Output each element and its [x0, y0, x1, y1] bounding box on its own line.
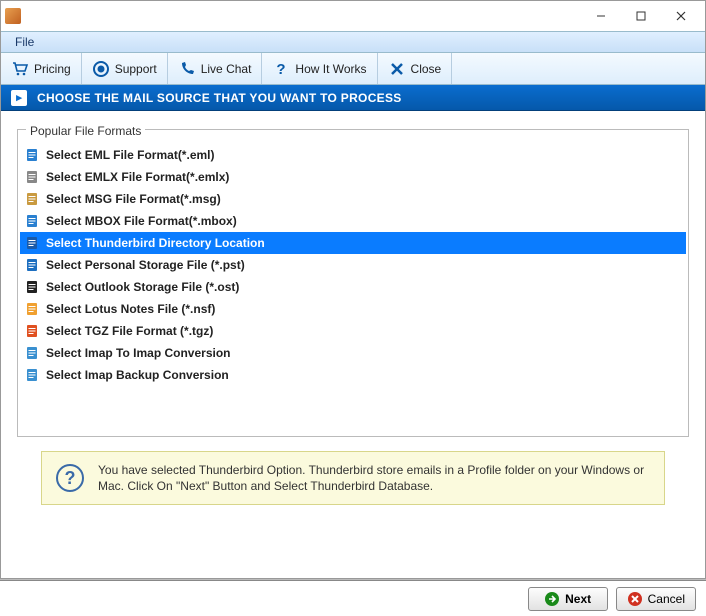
cancel-button[interactable]: Cancel — [616, 587, 696, 611]
minimize-icon — [596, 11, 606, 21]
maximize-button[interactable] — [621, 2, 661, 30]
menubar: File — [1, 31, 705, 53]
format-label: Select Thunderbird Directory Location — [46, 236, 265, 250]
format-label: Select MBOX File Format(*.mbox) — [46, 214, 237, 228]
svg-text:?: ? — [277, 61, 286, 78]
format-row[interactable]: Select TGZ File Format (*.tgz) — [20, 320, 686, 342]
format-label: Select Personal Storage File (*.pst) — [46, 258, 245, 272]
next-button[interactable]: Next — [528, 587, 608, 611]
format-label: Select Imap Backup Conversion — [46, 368, 229, 382]
titlebar — [1, 1, 705, 31]
content-area: Popular File Formats Select EML File For… — [1, 111, 705, 543]
info-box: ? You have selected Thunderbird Option. … — [41, 451, 665, 505]
pricing-label: Pricing — [34, 62, 71, 76]
file-icon — [24, 279, 40, 295]
support-button[interactable]: Support — [82, 53, 168, 84]
close-label: Close — [411, 62, 442, 76]
phone-icon — [178, 60, 196, 78]
format-label: Select MSG File Format(*.msg) — [46, 192, 221, 206]
menu-file[interactable]: File — [9, 33, 40, 51]
format-row[interactable]: Select Thunderbird Directory Location — [20, 232, 686, 254]
pricing-button[interactable]: Pricing — [1, 53, 82, 84]
file-icon — [24, 257, 40, 273]
format-row[interactable]: Select Personal Storage File (*.pst) — [20, 254, 686, 276]
format-row[interactable]: Select Lotus Notes File (*.nsf) — [20, 298, 686, 320]
formats-fieldset: Popular File Formats Select EML File For… — [17, 129, 689, 437]
file-icon — [24, 169, 40, 185]
info-icon: ? — [56, 464, 84, 492]
app-icon — [5, 8, 21, 24]
format-row[interactable]: Select MSG File Format(*.msg) — [20, 188, 686, 210]
format-label: Select EMLX File Format(*.emlx) — [46, 170, 229, 184]
howitworks-label: How It Works — [295, 62, 366, 76]
livechat-label: Live Chat — [201, 62, 252, 76]
file-icon — [24, 213, 40, 229]
formats-list: Select EML File Format(*.eml) Select EMLX… — [20, 144, 686, 386]
close-icon — [675, 10, 687, 22]
cart-icon — [11, 60, 29, 78]
format-label: Select TGZ File Format (*.tgz) — [46, 324, 213, 338]
footer: Next Cancel — [0, 580, 706, 616]
file-icon — [24, 367, 40, 383]
format-label: Select Lotus Notes File (*.nsf) — [46, 302, 215, 316]
toolbar: Pricing Support Live Chat ? How It Works… — [1, 53, 705, 85]
file-icon — [24, 235, 40, 251]
formats-legend: Popular File Formats — [26, 124, 145, 138]
arrow-right-icon — [544, 591, 560, 607]
file-icon — [24, 323, 40, 339]
next-label: Next — [565, 592, 591, 606]
livechat-button[interactable]: Live Chat — [168, 53, 263, 84]
doc-plus-icon: ▸ — [11, 90, 27, 106]
close-window-button[interactable] — [661, 2, 701, 30]
close-button[interactable]: Close — [378, 53, 453, 84]
format-row[interactable]: Select Imap To Imap Conversion — [20, 342, 686, 364]
minimize-button[interactable] — [581, 2, 621, 30]
banner-text: CHOOSE THE MAIL SOURCE THAT YOU WANT TO … — [37, 91, 402, 105]
info-text: You have selected Thunderbird Option. Th… — [98, 462, 650, 494]
file-icon — [24, 147, 40, 163]
maximize-icon — [636, 11, 646, 21]
file-icon — [24, 345, 40, 361]
cancel-label: Cancel — [648, 592, 685, 606]
support-label: Support — [115, 62, 157, 76]
file-icon — [24, 301, 40, 317]
format-label: Select EML File Format(*.eml) — [46, 148, 215, 162]
format-row[interactable]: Select Outlook Storage File (*.ost) — [20, 276, 686, 298]
x-icon — [388, 60, 406, 78]
headset-icon — [92, 60, 110, 78]
cancel-icon — [627, 591, 643, 607]
banner: ▸ CHOOSE THE MAIL SOURCE THAT YOU WANT T… — [1, 85, 705, 111]
format-row[interactable]: Select EML File Format(*.eml) — [20, 144, 686, 166]
format-label: Select Imap To Imap Conversion — [46, 346, 231, 360]
question-icon: ? — [272, 60, 290, 78]
format-label: Select Outlook Storage File (*.ost) — [46, 280, 239, 294]
howitworks-button[interactable]: ? How It Works — [262, 53, 377, 84]
format-row[interactable]: Select EMLX File Format(*.emlx) — [20, 166, 686, 188]
format-row[interactable]: Select MBOX File Format(*.mbox) — [20, 210, 686, 232]
format-row[interactable]: Select Imap Backup Conversion — [20, 364, 686, 386]
file-icon — [24, 191, 40, 207]
